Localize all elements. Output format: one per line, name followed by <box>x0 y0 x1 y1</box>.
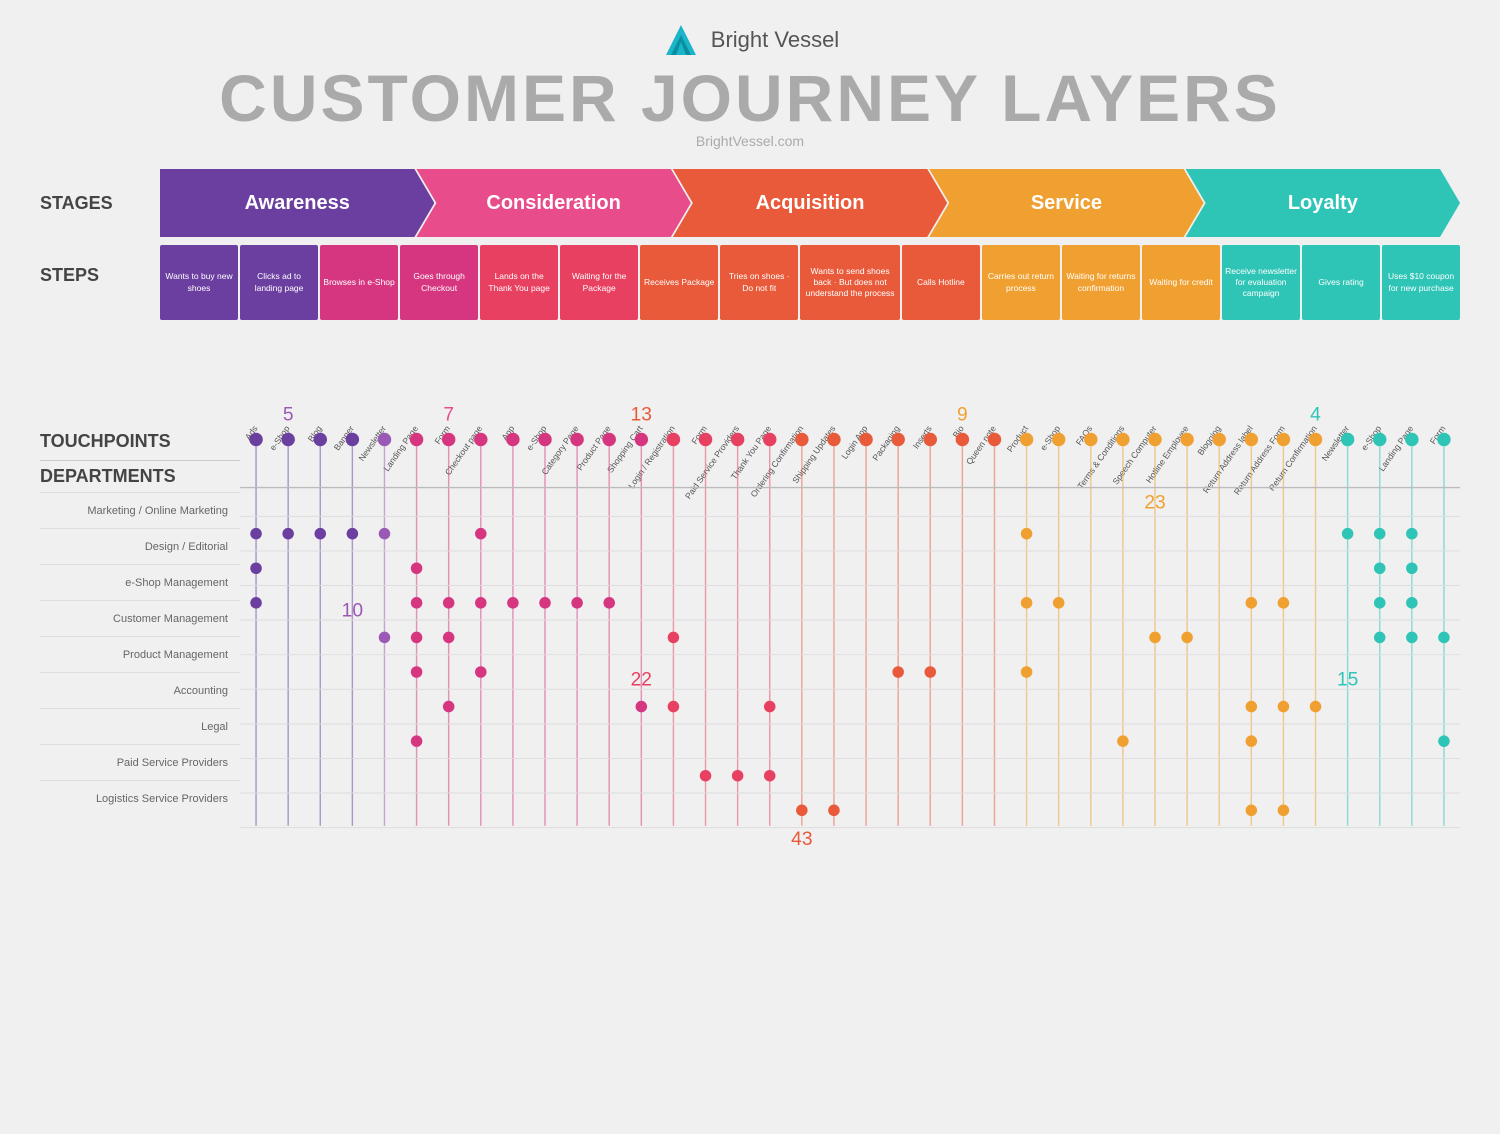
stages-arrows: Awareness Consideration Acquisition Serv… <box>160 169 1460 237</box>
stage-service: Service <box>929 169 1203 237</box>
departments-label: DEPARTMENTS <box>40 460 240 492</box>
step-11: Carries out return process <box>982 245 1060 320</box>
step-14: Receive newsletter for evaluation campai… <box>1222 245 1300 320</box>
svg-text:10: 10 <box>342 600 363 621</box>
dept-row-label-9: Logistics Service Providers <box>40 780 240 816</box>
svg-text:43: 43 <box>791 829 812 850</box>
step-8: Tries on shoes · Do not fit <box>720 245 798 320</box>
svg-text:15: 15 <box>1337 669 1358 690</box>
touchpoints-label: TOUCHPOINTS <box>40 431 171 452</box>
dept-row-label-3: e-Shop Management <box>40 564 240 600</box>
dept-row-label-5: Product Management <box>40 636 240 672</box>
step-16: Uses $10 coupon for new purchase <box>1382 245 1460 320</box>
touchpoints-label-area: TOUCHPOINTS <box>40 330 240 460</box>
header: Bright Vessel CUSTOMER JOURNEY LAYERS Br… <box>40 20 1460 149</box>
svg-text:Landing Page: Landing Page <box>1377 424 1416 474</box>
step-7: Receives Package <box>640 245 718 320</box>
svg-text:5: 5 <box>283 404 294 425</box>
logo-icon <box>661 20 701 60</box>
main-title: CUSTOMER JOURNEY LAYERS <box>219 65 1281 131</box>
step-9: Wants to send shoes back · But does not … <box>800 245 900 320</box>
dept-row-label-6: Accounting <box>40 672 240 708</box>
svg-text:22: 22 <box>631 669 652 690</box>
svg-text:23: 23 <box>1144 493 1165 514</box>
dept-row-label-7: Legal <box>40 708 240 744</box>
step-15: Gives rating <box>1302 245 1380 320</box>
subtitle: BrightVessel.com <box>696 133 804 149</box>
logo-row: Bright Vessel <box>661 20 839 60</box>
chart-section: TOUCHPOINTS DEPARTMENTS Marketing / Onli… <box>40 330 1460 872</box>
step-6: Waiting for the Package <box>560 245 638 320</box>
stage-loyalty: Loyalty <box>1186 169 1460 237</box>
stage-awareness: Awareness <box>160 169 434 237</box>
step-13: Waiting for credit <box>1142 245 1220 320</box>
steps-section: STEPS Wants to buy new shoes Clicks ad t… <box>40 245 1460 320</box>
page: Bright Vessel CUSTOMER JOURNEY LAYERS Br… <box>0 0 1500 1134</box>
step-1: Wants to buy new shoes <box>160 245 238 320</box>
svg-text:9: 9 <box>957 404 968 425</box>
step-10: Calls Hotline <box>902 245 980 320</box>
logo-text: Bright Vessel <box>711 27 839 53</box>
step-2: Clicks ad to landing page <box>240 245 318 320</box>
step-4: Goes through Checkout <box>400 245 478 320</box>
dept-row-label-8: Paid Service Providers <box>40 744 240 780</box>
stage-acquisition: Acquisition <box>673 169 947 237</box>
svg-text:Landing Page: Landing Page <box>381 424 420 474</box>
step-12: Waiting for returns confirmation <box>1062 245 1140 320</box>
steps-label: STEPS <box>40 245 160 286</box>
chart-area: Adse-ShopBlogBannerNewsletterLanding Pag… <box>240 330 1460 872</box>
step-3: Browses in e-Shop <box>320 245 398 320</box>
dept-row-label-4: Customer Management <box>40 600 240 636</box>
stage-consideration: Consideration <box>416 169 690 237</box>
main-chart-svg: Adse-ShopBlogBannerNewsletterLanding Pag… <box>240 330 1460 867</box>
left-labels: TOUCHPOINTS DEPARTMENTS Marketing / Onli… <box>40 330 240 816</box>
steps-boxes: Wants to buy new shoes Clicks ad to land… <box>160 245 1460 320</box>
dept-row-label-2: Design / Editorial <box>40 528 240 564</box>
svg-text:7: 7 <box>443 404 454 425</box>
svg-text:13: 13 <box>631 404 652 425</box>
svg-text:4: 4 <box>1310 404 1321 425</box>
stages-label: STAGES <box>40 193 160 214</box>
dept-row-label-1: Marketing / Online Marketing <box>40 492 240 528</box>
step-5: Lands on the Thank You page <box>480 245 558 320</box>
stages-section: STAGES Awareness Consideration Acquisiti… <box>40 169 1460 237</box>
